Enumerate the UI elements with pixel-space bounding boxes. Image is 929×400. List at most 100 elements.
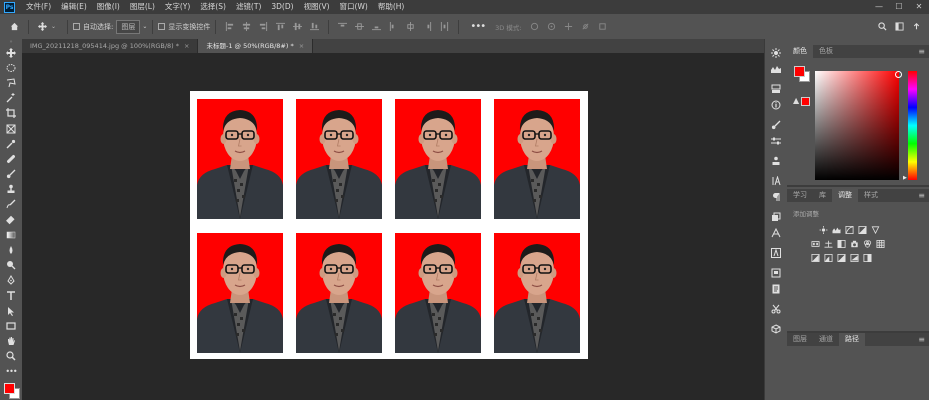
3d-orbit-icon[interactable] <box>530 22 539 31</box>
tool-marquee[interactable] <box>0 60 22 75</box>
tool-type[interactable] <box>0 288 22 303</box>
chevron-down-icon[interactable]: ⌄ <box>51 23 56 30</box>
tab-untitled-document[interactable]: 未标题-1 @ 50%(RGB/8#) * × <box>198 39 314 53</box>
tool-history-brush[interactable] <box>0 197 22 212</box>
tab-layers[interactable]: 图层 <box>787 333 813 346</box>
strip-3d-object[interactable] <box>765 321 787 337</box>
strip-notes[interactable] <box>765 281 787 297</box>
tool-crop[interactable] <box>0 106 22 121</box>
tool-eraser[interactable] <box>0 212 22 227</box>
more-options-icon[interactable]: ••• <box>470 21 486 32</box>
align-left-icon[interactable] <box>225 22 234 31</box>
auto-select-option[interactable]: 自动选择: 图层 ⌄ <box>73 19 147 34</box>
tool-healing-brush[interactable] <box>0 151 22 166</box>
move-tool-icon[interactable] <box>38 22 47 31</box>
panel-menu-icon[interactable]: ≡ <box>918 191 925 200</box>
photo-filter-icon[interactable] <box>850 240 859 248</box>
document-canvas[interactable] <box>190 91 588 359</box>
tab-img-document[interactable]: IMG_20211218_095414.jpg @ 100%(RGB/8) * × <box>22 39 199 53</box>
menu-image[interactable]: 图像(I) <box>92 0 125 14</box>
menu-view[interactable]: 视图(V) <box>299 0 335 14</box>
menu-type[interactable]: 文字(Y) <box>160 0 195 14</box>
black-white-icon[interactable] <box>837 240 846 248</box>
hue-slider[interactable] <box>908 71 917 180</box>
auto-select-dropdown[interactable]: 图层 <box>116 19 141 34</box>
color-picker-cursor[interactable] <box>895 71 902 78</box>
minimize-button[interactable]: — <box>869 0 889 14</box>
distribute-bottom-icon[interactable] <box>372 22 382 31</box>
tool-edit-toolbar[interactable]: ••• <box>0 364 22 379</box>
vibrance-icon[interactable] <box>871 226 880 234</box>
search-icon[interactable] <box>878 22 887 31</box>
share-icon[interactable] <box>912 22 921 31</box>
invert-icon[interactable] <box>811 254 820 262</box>
threshold-icon[interactable] <box>837 254 846 262</box>
strip-character-styles[interactable] <box>765 245 787 261</box>
3d-slide-icon[interactable] <box>581 22 590 31</box>
align-middle-icon[interactable] <box>293 22 303 31</box>
align-bottom-icon[interactable] <box>310 22 320 31</box>
panel-menu-icon[interactable]: ≡ <box>918 47 925 56</box>
tool-move[interactable] <box>0 45 22 60</box>
close-icon[interactable]: × <box>184 42 189 50</box>
color-foreground-swatch[interactable] <box>794 66 805 77</box>
tool-brush[interactable] <box>0 167 22 182</box>
tab-swatches[interactable]: 色板 <box>813 45 839 58</box>
strip-brushes[interactable] <box>765 117 787 133</box>
selective-color-icon[interactable] <box>863 254 872 262</box>
transform-controls-option[interactable]: 显示变换控件 <box>158 22 210 32</box>
tool-clone-stamp[interactable] <box>0 182 22 197</box>
strip-history[interactable] <box>765 45 787 61</box>
hue-slider-handle[interactable]: ▶ <box>903 175 907 181</box>
foreground-color-swatch[interactable] <box>4 383 15 394</box>
curves-icon[interactable] <box>845 226 854 234</box>
tool-zoom[interactable] <box>0 349 22 364</box>
maximize-button[interactable]: ☐ <box>889 0 909 14</box>
tab-styles[interactable]: 样式 <box>858 189 884 202</box>
brightness-contrast-icon[interactable] <box>819 226 828 234</box>
strip-character[interactable] <box>765 173 787 189</box>
gamut-swatch[interactable] <box>801 97 810 106</box>
close-icon[interactable]: × <box>299 42 304 50</box>
channel-mixer-icon[interactable] <box>863 240 872 248</box>
tool-magic-wand[interactable] <box>0 91 22 106</box>
tab-learn[interactable]: 学习 <box>787 189 813 202</box>
color-field[interactable] <box>815 71 899 180</box>
posterize-icon[interactable] <box>824 254 833 262</box>
tool-hand[interactable] <box>0 334 22 349</box>
strip-glyphs[interactable] <box>765 225 787 241</box>
tab-libraries[interactable]: 库 <box>813 189 832 202</box>
auto-select-checkbox[interactable] <box>73 23 81 30</box>
tab-adjustments[interactable]: 调整 <box>832 189 858 202</box>
tool-rectangle[interactable] <box>0 318 22 333</box>
workspace-icon[interactable] <box>895 22 904 31</box>
tool-gradient[interactable] <box>0 227 22 242</box>
hue-saturation-icon[interactable] <box>811 240 820 248</box>
levels-icon[interactable] <box>832 226 841 234</box>
menu-help[interactable]: 帮助(H) <box>373 0 410 14</box>
3d-pan-icon[interactable] <box>564 22 573 31</box>
strip-histogram[interactable] <box>765 61 787 77</box>
tool-blur[interactable] <box>0 242 22 257</box>
strip-actions[interactable] <box>765 265 787 281</box>
distribute-spacing-icon[interactable] <box>440 22 449 31</box>
strip-tool-presets[interactable] <box>765 133 787 149</box>
strip-3d[interactable] <box>765 209 787 225</box>
tool-eyedropper[interactable] <box>0 136 22 151</box>
align-top-icon[interactable] <box>276 22 286 31</box>
align-center-icon[interactable] <box>242 22 251 31</box>
tool-lasso[interactable] <box>0 75 22 90</box>
distribute-right-icon[interactable] <box>423 22 432 31</box>
distribute-vertical-icon[interactable] <box>355 22 365 31</box>
tool-frame[interactable] <box>0 121 22 136</box>
distribute-top-icon[interactable] <box>338 22 348 31</box>
tab-channels[interactable]: 通道 <box>813 333 839 346</box>
transform-controls-checkbox[interactable] <box>158 23 166 30</box>
color-balance-icon[interactable] <box>824 240 833 248</box>
tool-path-selection[interactable] <box>0 303 22 318</box>
gradient-map-icon[interactable] <box>850 254 859 262</box>
strip-navigator[interactable] <box>765 81 787 97</box>
strip-info[interactable] <box>765 97 787 113</box>
color-lookup-icon[interactable] <box>876 240 885 248</box>
3d-scale-icon[interactable] <box>598 22 607 31</box>
